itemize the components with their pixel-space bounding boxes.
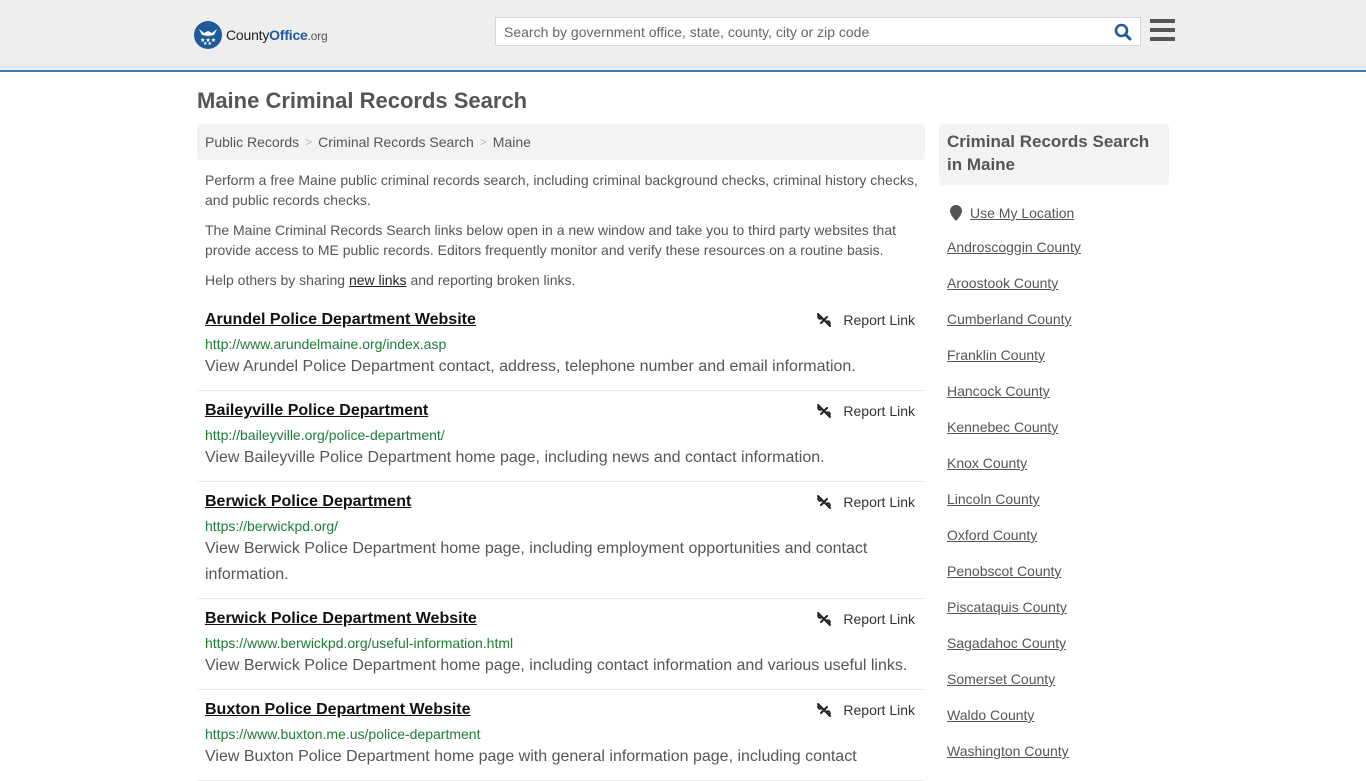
county-link[interactable]: Somerset County xyxy=(947,671,1055,687)
broken-link-icon xyxy=(817,703,832,717)
result-description: View Arundel Police Department contact, … xyxy=(205,358,856,375)
result-description: View Buxton Police Department home page … xyxy=(205,748,857,765)
county-item: Lincoln County xyxy=(947,481,1169,517)
site-logo[interactable]: ★★★ ★★ CountyOffice.org xyxy=(194,21,328,49)
intro-text: Perform a free Maine public criminal rec… xyxy=(205,170,920,300)
intro-paragraph-3: Help others by sharing new links and rep… xyxy=(205,272,576,288)
county-item: Kennebec County xyxy=(947,409,1169,445)
page-title: Maine Criminal Records Search xyxy=(197,88,528,113)
broken-link-icon xyxy=(817,495,832,509)
county-link[interactable]: Cumberland County xyxy=(947,311,1072,327)
county-item: Penobscot County xyxy=(947,553,1169,589)
county-item: Aroostook County xyxy=(947,265,1169,301)
county-item: Waldo County xyxy=(947,697,1169,733)
sidebar: Criminal Records Search in Maine Use My … xyxy=(939,124,1169,769)
logo-text: CountyOffice.org xyxy=(226,27,328,43)
county-link[interactable]: Washington County xyxy=(947,743,1069,759)
county-link[interactable]: Lincoln County xyxy=(947,491,1040,507)
result-title-link[interactable]: Baileyville Police Department xyxy=(205,401,428,421)
county-link[interactable]: Franklin County xyxy=(947,347,1045,363)
search-bar xyxy=(495,17,1141,46)
result-item: Berwick Police Department Website Report… xyxy=(197,599,925,690)
result-title-link[interactable]: Arundel Police Department Website xyxy=(205,310,476,330)
breadcrumb-public-records[interactable]: Public Records xyxy=(205,134,299,150)
result-url: https://www.buxton.me.us/police-departme… xyxy=(205,726,481,742)
county-item: Knox County xyxy=(947,445,1169,481)
county-link[interactable]: Penobscot County xyxy=(947,563,1061,579)
county-link[interactable]: Androscoggin County xyxy=(947,239,1081,255)
result-url: http://baileyville.org/police-department… xyxy=(205,427,445,443)
report-link-button[interactable]: Report Link xyxy=(816,312,915,328)
county-item: Sagadahoc County xyxy=(947,625,1169,661)
county-link[interactable]: Kennebec County xyxy=(947,419,1058,435)
result-item: Buxton Police Department Website Report … xyxy=(197,690,925,781)
county-link[interactable]: Waldo County xyxy=(947,707,1034,723)
county-link[interactable]: Oxford County xyxy=(947,527,1037,543)
result-description: View Berwick Police Department home page… xyxy=(205,540,868,583)
county-item: Androscoggin County xyxy=(947,229,1169,265)
breadcrumb-criminal-records-search[interactable]: Criminal Records Search xyxy=(318,134,474,150)
broken-link-icon xyxy=(817,612,832,626)
svg-text:★★: ★★ xyxy=(203,41,212,45)
intro-paragraph-1: Perform a free Maine public criminal rec… xyxy=(205,172,918,208)
new-links-link[interactable]: new links xyxy=(349,272,407,288)
result-item: Berwick Police Department Report Link ht… xyxy=(197,482,925,599)
result-item: Baileyville Police Department Report Lin… xyxy=(197,391,925,482)
sidebar-heading: Criminal Records Search in Maine xyxy=(939,124,1169,185)
result-title-link[interactable]: Buxton Police Department Website xyxy=(205,700,471,720)
county-link[interactable]: Piscataquis County xyxy=(947,599,1067,615)
result-item: Arundel Police Department Website Report… xyxy=(197,300,925,391)
county-link[interactable]: Aroostook County xyxy=(947,275,1058,291)
eagle-logo-icon: ★★★ ★★ xyxy=(194,21,222,49)
county-link[interactable]: Sagadahoc County xyxy=(947,635,1066,651)
county-item: Somerset County xyxy=(947,661,1169,697)
county-item: Hancock County xyxy=(947,373,1169,409)
result-url: http://www.arundelmaine.org/index.asp xyxy=(205,336,447,352)
report-link-button[interactable]: Report Link xyxy=(816,611,915,627)
result-title-link[interactable]: Berwick Police Department xyxy=(205,492,411,512)
broken-link-icon xyxy=(817,313,832,327)
county-item: Franklin County xyxy=(947,337,1169,373)
county-item: Washington County xyxy=(947,733,1169,769)
breadcrumb-separator: > xyxy=(479,135,487,149)
county-item: Oxford County xyxy=(947,517,1169,553)
intro-paragraph-2: The Maine Criminal Records Search links … xyxy=(205,222,897,258)
county-list: Androscoggin County Aroostook County Cum… xyxy=(939,229,1169,769)
map-pin-icon xyxy=(950,205,962,221)
search-input[interactable] xyxy=(496,18,1106,45)
breadcrumb-separator: > xyxy=(305,135,313,149)
breadcrumb: Public Records > Criminal Records Search… xyxy=(197,124,925,160)
county-link[interactable]: Hancock County xyxy=(947,383,1050,399)
result-title-link[interactable]: Berwick Police Department Website xyxy=(205,609,477,629)
result-url: https://www.berwickpd.org/useful-informa… xyxy=(205,635,514,651)
broken-link-icon xyxy=(817,404,832,418)
search-button[interactable] xyxy=(1106,18,1140,45)
county-item: Piscataquis County xyxy=(947,589,1169,625)
search-icon xyxy=(1114,23,1132,40)
report-link-button[interactable]: Report Link xyxy=(816,494,915,510)
hamburger-menu-icon[interactable] xyxy=(1150,19,1175,41)
use-my-location-link[interactable]: Use My Location xyxy=(970,205,1074,221)
result-description: View Baileyville Police Department home … xyxy=(205,449,825,466)
result-description: View Berwick Police Department home page… xyxy=(205,657,908,674)
site-header: ★★★ ★★ CountyOffice.org xyxy=(0,0,1366,72)
report-link-button[interactable]: Report Link xyxy=(816,403,915,419)
report-link-button[interactable]: Report Link xyxy=(816,702,915,718)
breadcrumb-maine[interactable]: Maine xyxy=(493,134,531,150)
results-list: Arundel Police Department Website Report… xyxy=(197,300,925,781)
county-link[interactable]: Knox County xyxy=(947,455,1027,471)
use-my-location: Use My Location xyxy=(939,203,1169,223)
county-item: Cumberland County xyxy=(947,301,1169,337)
result-url: https://berwickpd.org/ xyxy=(205,518,339,534)
